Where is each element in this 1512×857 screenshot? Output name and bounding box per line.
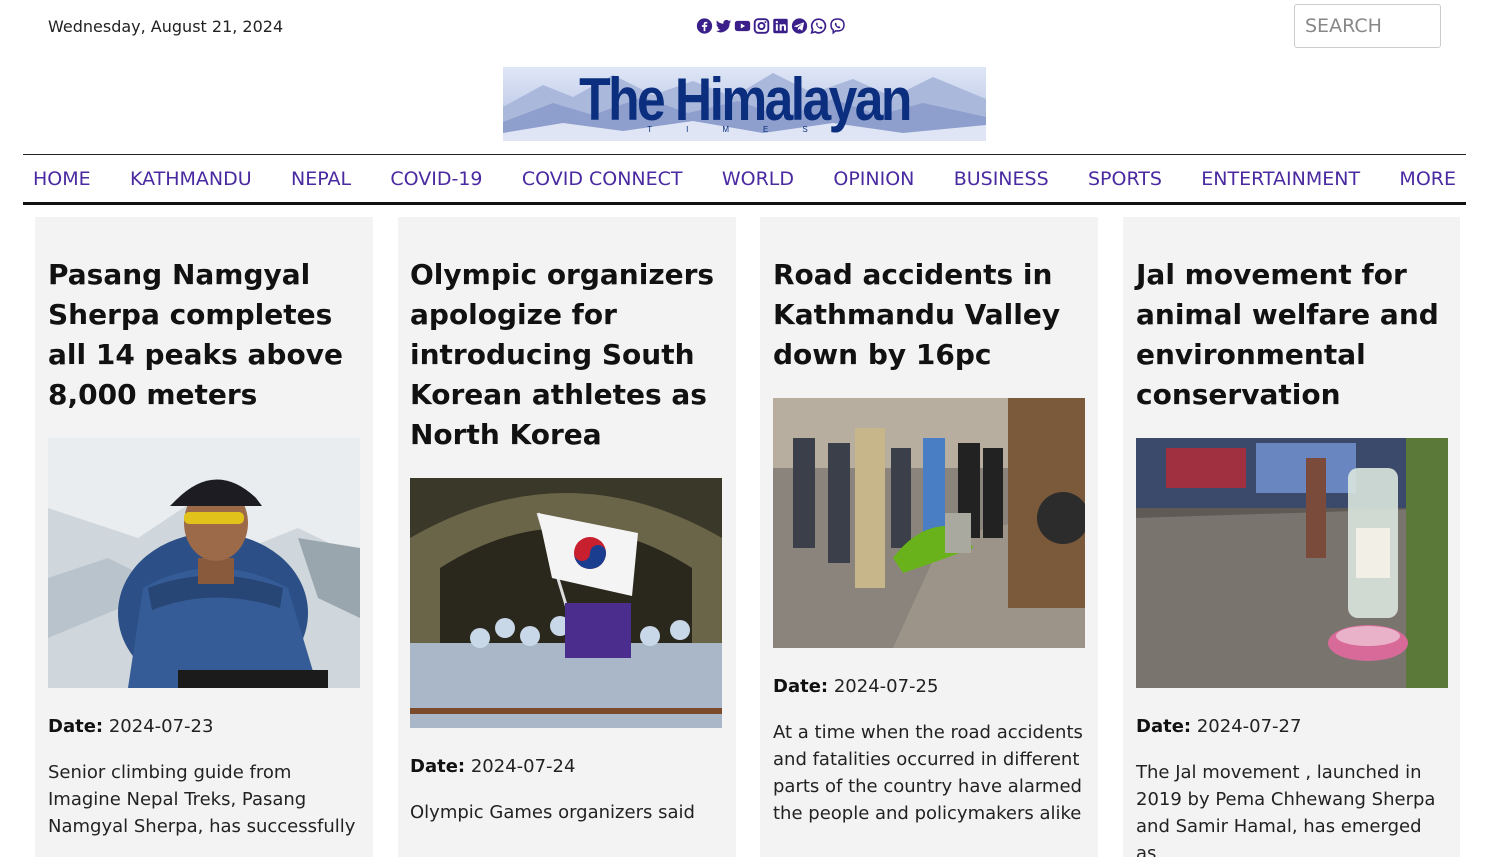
article-photo[interactable] bbox=[773, 398, 1085, 648]
logo-subtitle: TIMES bbox=[647, 125, 842, 134]
nav-item-more[interactable]: MORE bbox=[1389, 168, 1466, 190]
article-title[interactable]: Olympic organizers apologize for introdu… bbox=[410, 255, 723, 455]
nav-item-world[interactable]: WORLD bbox=[712, 168, 804, 190]
top-bar: Wednesday, August 21, 2024 bbox=[0, 0, 1512, 60]
olympics-boat-photo bbox=[410, 478, 722, 728]
article-title[interactable]: Pasang Namgyal Sherpa completes all 14 p… bbox=[48, 255, 360, 415]
linkedin-icon[interactable] bbox=[772, 16, 789, 36]
nav-item-business[interactable]: BUSINESS bbox=[944, 168, 1059, 190]
article-excerpt: Senior climbing guide from Imagine Nepal… bbox=[48, 762, 356, 837]
article-date: Date: 2024-07-23 bbox=[48, 716, 214, 737]
water-bottle-photo bbox=[1136, 438, 1448, 688]
article-photo[interactable] bbox=[410, 478, 722, 728]
article-excerpt: The Jal movement , launched in 2019 by P… bbox=[1136, 762, 1436, 857]
article-photo[interactable] bbox=[1136, 438, 1448, 688]
nav-item-home[interactable]: HOME bbox=[23, 168, 101, 190]
nav-item-opinion[interactable]: OPINION bbox=[823, 168, 924, 190]
article-photo[interactable] bbox=[48, 438, 360, 688]
current-date: Wednesday, August 21, 2024 bbox=[48, 17, 284, 36]
article-excerpt: At a time when the road accidents and fa… bbox=[773, 722, 1083, 824]
article-card[interactable]: Olympic organizers apologize for introdu… bbox=[398, 217, 736, 857]
article-title[interactable]: Road accidents in Kathmandu Valley down … bbox=[773, 255, 1085, 375]
site-logo[interactable]: The Himalayan TIMES bbox=[503, 67, 986, 141]
article-card[interactable]: Pasang Namgyal Sherpa completes all 14 p… bbox=[35, 217, 373, 857]
nav-item-covid-connect[interactable]: COVID CONNECT bbox=[512, 168, 693, 190]
climber-photo bbox=[48, 438, 360, 688]
facebook-icon[interactable] bbox=[696, 16, 713, 36]
search-input[interactable] bbox=[1294, 4, 1441, 48]
instagram-icon[interactable] bbox=[753, 16, 770, 36]
main-nav: HOME KATHMANDU NEPAL COVID-19 COVID CONN… bbox=[23, 154, 1466, 205]
article-card[interactable]: Road accidents in Kathmandu Valley down … bbox=[760, 217, 1098, 857]
article-date: Date: 2024-07-25 bbox=[773, 676, 939, 697]
nav-item-entertainment[interactable]: ENTERTAINMENT bbox=[1191, 168, 1370, 190]
article-date: Date: 2024-07-24 bbox=[410, 756, 576, 777]
nav-item-sports[interactable]: SPORTS bbox=[1078, 168, 1172, 190]
article-title[interactable]: Jal movement for animal welfare and envi… bbox=[1136, 255, 1447, 415]
nav-item-kathmandu[interactable]: KATHMANDU bbox=[120, 168, 262, 190]
viber-icon[interactable] bbox=[829, 16, 846, 36]
nav-item-covid-19[interactable]: COVID-19 bbox=[380, 168, 492, 190]
whatsapp-icon[interactable] bbox=[810, 16, 827, 36]
logo-title: The Himalayan bbox=[579, 67, 912, 133]
article-excerpt: Olympic Games organizers said bbox=[410, 802, 695, 823]
social-links bbox=[696, 16, 846, 38]
road-accident-photo bbox=[773, 398, 1085, 648]
nav-item-nepal[interactable]: NEPAL bbox=[281, 168, 361, 190]
twitter-icon[interactable] bbox=[715, 16, 732, 36]
youtube-icon[interactable] bbox=[734, 16, 751, 36]
article-card[interactable]: Jal movement for animal welfare and envi… bbox=[1123, 217, 1460, 857]
article-date: Date: 2024-07-27 bbox=[1136, 716, 1302, 737]
telegram-icon[interactable] bbox=[791, 16, 808, 36]
